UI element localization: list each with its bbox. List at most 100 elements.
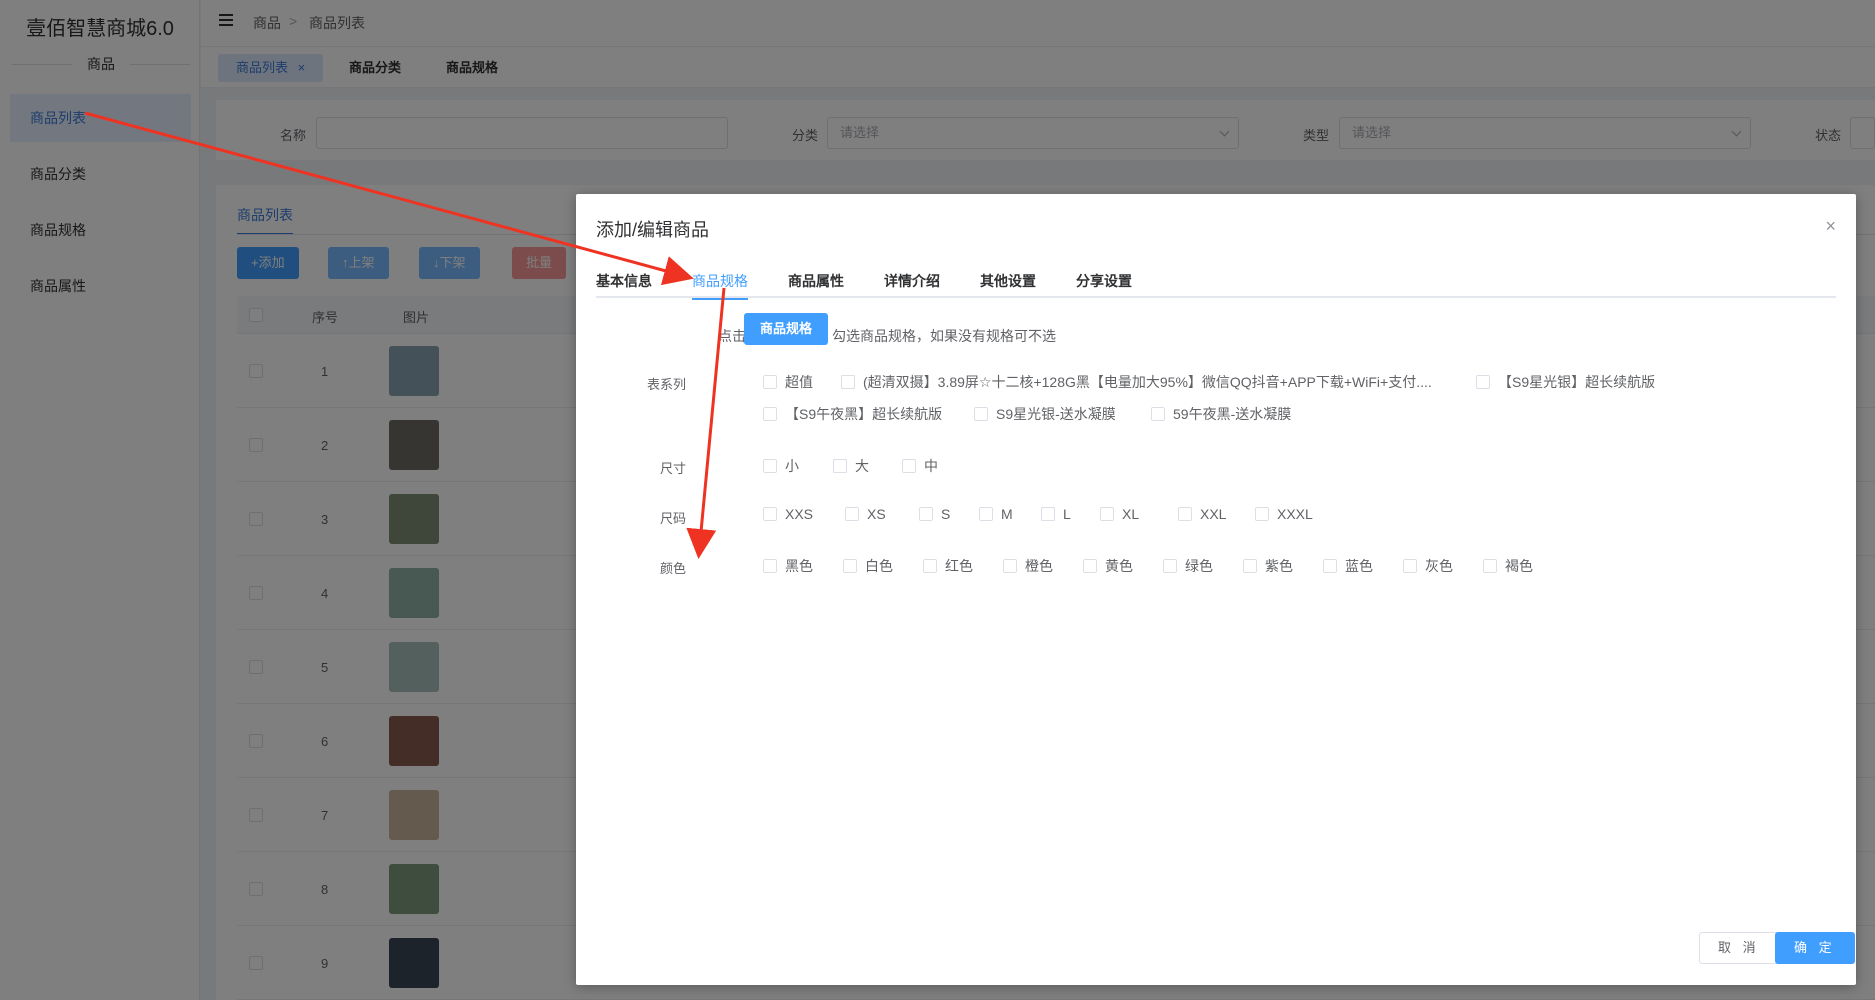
spec-option-label: XL [1122,506,1140,522]
spec-option-checkbox[interactable]: S9星光银-送水凝膜 [974,404,1116,424]
confirm-button[interactable]: 确 定 [1775,932,1855,964]
checkbox-icon[interactable] [923,559,937,573]
spec-option-label: 【S9星光银】超长续航版 [1498,374,1656,390]
spec-option-label: 蓝色 [1345,558,1373,574]
checkbox-icon[interactable] [763,407,777,421]
spec-option-label: XS [867,506,886,522]
spec-option-checkbox[interactable]: 白色 [843,556,893,576]
spec-option-label: XXL [1200,506,1227,522]
checkbox-icon[interactable] [902,459,916,473]
checkbox-icon[interactable] [1178,507,1192,521]
hint-text: 勾选商品规格，如果没有规格可不选 [832,328,1056,344]
checkbox-icon[interactable] [1083,559,1097,573]
spec-option-label: 绿色 [1185,558,1213,574]
spec-group-label: 颜色 [659,561,686,576]
spec-option-checkbox[interactable]: XL [1100,506,1139,522]
spec-option-checkbox[interactable]: (超清双摄】3.89屏☆十二核+128G黑【电量加大95%】微信QQ抖音+APP… [841,372,1432,392]
spec-option-label: 红色 [945,558,973,574]
checkbox-icon[interactable] [833,459,847,473]
spec-option-label: 小 [785,458,799,474]
spec-option-checkbox[interactable]: 褐色 [1483,556,1533,576]
checkbox-icon[interactable] [845,507,859,521]
tab-share-settings[interactable]: 分享设置 [1076,264,1132,298]
dialog-tabs: 基本信息 商品规格 商品属性 详情介绍 其他设置 分享设置 [596,264,1836,300]
spec-option-label: L [1063,506,1071,522]
checkbox-icon[interactable] [1403,559,1417,573]
spec-option-label: S [941,506,951,522]
checkbox-icon[interactable] [1323,559,1337,573]
spec-option-checkbox[interactable]: 大 [833,456,869,476]
close-icon[interactable]: × [1825,216,1836,237]
checkbox-icon[interactable] [1041,507,1055,521]
spec-option-checkbox[interactable]: 59午夜黑-送水凝膜 [1151,404,1291,424]
spec-group-label: 尺码 [659,511,686,526]
checkbox-icon[interactable] [1163,559,1177,573]
tab-product-attribute[interactable]: 商品属性 [788,264,844,298]
spec-option-label: 中 [924,458,938,474]
spec-option-checkbox[interactable]: 蓝色 [1323,556,1373,576]
checkbox-icon[interactable] [763,507,777,521]
checkbox-icon[interactable] [1003,559,1017,573]
spec-option-label: 褐色 [1505,558,1533,574]
spec-option-label: XXXL [1277,506,1313,522]
cancel-button[interactable]: 取 消 [1699,932,1779,964]
spec-option-label: 59午夜黑-送水凝膜 [1173,406,1292,422]
spec-option-checkbox[interactable]: 紫色 [1243,556,1293,576]
spec-option-checkbox[interactable]: 【S9星光银】超长续航版 [1476,372,1655,392]
spec-option-checkbox[interactable]: XXS [763,506,813,522]
spec-option-checkbox[interactable]: XXL [1178,506,1226,522]
spec-option-checkbox[interactable]: 超值 [763,372,813,392]
spec-option-checkbox[interactable]: XXXL [1255,506,1313,522]
spec-option-label: 黄色 [1105,558,1133,574]
select-spec-button[interactable]: 商品规格 [744,313,828,345]
spec-option-label: 灰色 [1425,558,1453,574]
spec-option-checkbox[interactable]: S [919,506,950,522]
spec-option-label: 橙色 [1025,558,1053,574]
checkbox-icon[interactable] [1255,507,1269,521]
spec-option-label: 白色 [865,558,893,574]
spec-option-checkbox[interactable]: 橙色 [1003,556,1053,576]
checkbox-icon[interactable] [763,459,777,473]
spec-option-label: 紫色 [1265,558,1293,574]
spec-option-checkbox[interactable]: 黑色 [763,556,813,576]
checkbox-icon[interactable] [974,407,988,421]
checkbox-icon[interactable] [979,507,993,521]
checkbox-icon[interactable] [1151,407,1165,421]
checkbox-icon[interactable] [1476,375,1490,389]
spec-option-checkbox[interactable]: 灰色 [1403,556,1453,576]
spec-option-label: XXS [785,506,814,522]
spec-option-label: 大 [855,458,869,474]
spec-option-label: (超清双摄】3.89屏☆十二核+128G黑【电量加大95%】微信QQ抖音+APP… [863,374,1432,390]
hint-prefix: 点击 [718,328,746,344]
spec-option-label: S9星光银-送水凝膜 [996,406,1116,422]
checkbox-icon[interactable] [763,559,777,573]
spec-option-checkbox[interactable]: 【S9午夜黑】超长续航版 [763,404,942,424]
checkbox-icon[interactable] [841,375,855,389]
tab-detail[interactable]: 详情介绍 [884,264,940,298]
checkbox-icon[interactable] [843,559,857,573]
spec-option-checkbox[interactable]: 绿色 [1163,556,1213,576]
checkbox-icon[interactable] [1243,559,1257,573]
tab-product-spec[interactable]: 商品规格 [692,264,748,300]
edit-product-dialog: 添加/编辑商品 × 基本信息 商品规格 商品属性 详情介绍 其他设置 分享设置 … [576,194,1856,985]
dialog-title: 添加/编辑商品 [596,220,710,240]
spec-option-checkbox[interactable]: XS [845,506,886,522]
spec-option-checkbox[interactable]: 中 [902,456,938,476]
spec-group-label: 尺寸 [659,461,686,476]
tab-basic-info[interactable]: 基本信息 [596,264,652,298]
spec-option-checkbox[interactable]: 黄色 [1083,556,1133,576]
spec-group-label: 表系列 [646,377,686,392]
spec-option-checkbox[interactable]: M [979,506,1013,522]
spec-option-label: 超值 [785,374,813,390]
spec-option-checkbox[interactable]: 红色 [923,556,973,576]
spec-option-label: 【S9午夜黑】超长续航版 [785,406,943,422]
checkbox-icon[interactable] [919,507,933,521]
checkbox-icon[interactable] [1483,559,1497,573]
checkbox-icon[interactable] [763,375,777,389]
checkbox-icon[interactable] [1100,507,1114,521]
spec-option-label: M [1001,506,1013,522]
spec-option-label: 黑色 [785,558,813,574]
spec-option-checkbox[interactable]: L [1041,506,1071,522]
spec-option-checkbox[interactable]: 小 [763,456,799,476]
tab-other-settings[interactable]: 其他设置 [980,264,1036,298]
